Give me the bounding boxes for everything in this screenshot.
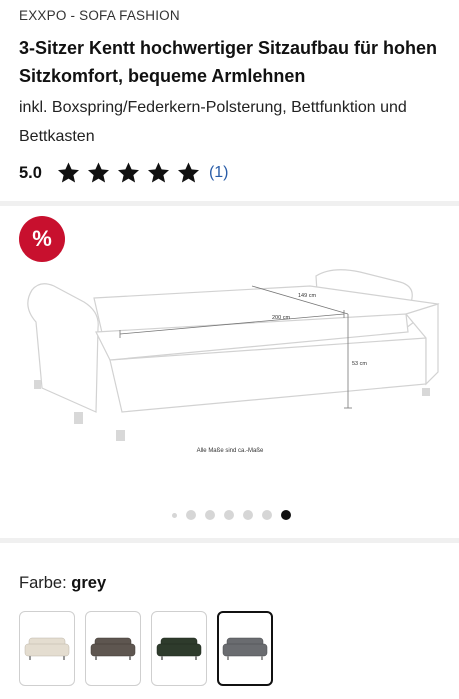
gallery-dot-active[interactable] (281, 510, 291, 520)
dimension-height-label: 53 cm (352, 361, 367, 367)
star-icon (177, 162, 199, 183)
star-rating (56, 161, 201, 185)
color-swatch-brown[interactable] (85, 611, 141, 686)
review-count-link[interactable]: (1) (209, 164, 229, 182)
gallery-dot[interactable] (262, 510, 272, 520)
gallery-dot[interactable] (186, 510, 196, 520)
color-label-prefix: Farbe: (19, 574, 67, 592)
color-swatch-list (19, 611, 273, 686)
section-divider (0, 201, 459, 206)
product-title: 3-Sitzer Kentt hochwertiger Sitzaufbau f… (19, 38, 438, 86)
star-icon (117, 162, 139, 183)
brand-name[interactable]: EXXPO - SOFA FASHION (19, 8, 444, 23)
color-selector-label: Farbe: grey (19, 574, 106, 593)
sale-badge: % (19, 216, 65, 262)
star-icon (57, 162, 79, 183)
color-swatch-grey[interactable] (217, 611, 273, 686)
color-swatch-green[interactable] (151, 611, 207, 686)
rating-value: 5.0 (19, 163, 42, 182)
section-divider (0, 538, 459, 543)
sofa-product-image[interactable]: 149 cm 200 cm 53 cm (14, 262, 446, 446)
color-swatch-beige[interactable] (19, 611, 75, 686)
selected-color-name: grey (71, 574, 107, 592)
gallery-pagination[interactable] (172, 509, 291, 521)
gallery-dot[interactable] (205, 510, 215, 520)
gallery-dot[interactable] (243, 510, 253, 520)
dimension-width-label: 200 cm (272, 315, 290, 321)
rating-row[interactable]: 5.0 (1) (19, 160, 229, 186)
star-icon (87, 162, 109, 183)
gallery-dot[interactable] (172, 512, 177, 518)
star-icon (147, 162, 169, 183)
measurement-note: Alle Maße sind ca.-Maße (196, 448, 264, 454)
product-subtitle: inkl. Boxspring/Federkern-Polsterung, Be… (19, 99, 407, 145)
gallery-dot[interactable] (224, 510, 234, 520)
product-header: EXXPO - SOFA FASHION 3-Sitzer Kentt hoch… (19, 8, 444, 151)
dimension-depth-label: 149 cm (298, 293, 316, 299)
